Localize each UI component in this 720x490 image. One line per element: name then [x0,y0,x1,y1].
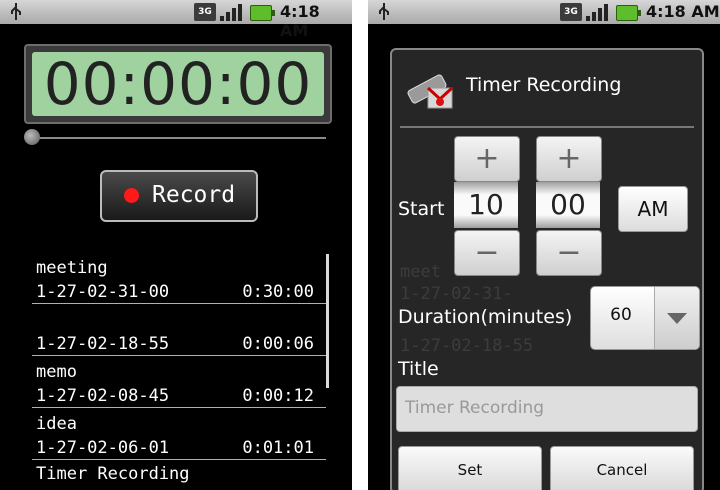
recording-name: Timer Recording [36,464,190,484]
dialog-divider [400,126,694,128]
network-3g-icon: 3G [560,3,582,21]
list-divider [32,355,326,356]
minute-value[interactable]: 00 [536,182,600,228]
timer-display: 00:00:00 [32,52,324,116]
background-text: 1-27-02-31- [400,284,513,304]
timer-display-frame: 00:00:00 [24,44,332,124]
playback-progress-thumb[interactable] [24,129,40,145]
usb-icon [379,3,389,20]
recording-date: 1-27-02-06-01 [36,438,170,458]
recording-duration: 0:00:06 [242,334,314,354]
hour-picker: + 10 − [454,136,520,276]
status-bar: 3G 4:18 AM [368,0,720,24]
battery-icon [616,5,641,21]
status-bar: 3G 4:18 AM [0,0,352,40]
recording-date: 1-27-02-31-00 [36,282,170,302]
hour-decrement-button[interactable]: − [454,230,520,276]
duration-dropdown-button[interactable] [654,287,699,349]
recording-name: memo [36,362,77,382]
status-time: 4:18 AM [280,2,320,40]
title-field[interactable]: Timer Recording [396,386,698,432]
recording-item[interactable]: idea 1-27-02-06-01 0:01:01 [32,410,326,460]
timer-recording-dialog: Timer Recording meet 1-27-02-31- 1-27-02… [390,48,704,490]
hour-value[interactable]: 10 [454,182,518,228]
usb-icon [11,3,21,20]
minute-picker: + 00 − [536,136,602,276]
recording-item[interactable]: Timer Recording [32,460,326,490]
recording-item[interactable]: 1-27-02-18-55 0:00:06 [32,306,326,356]
record-button-label: Record [152,182,236,208]
network-3g-icon: 3G [194,3,216,21]
list-divider [32,303,326,304]
title-field-value: Timer Recording [405,398,545,418]
status-time: 4:18 AM [646,2,720,21]
recording-duration: 0:01:01 [242,438,314,458]
playback-progress-track[interactable] [30,137,326,139]
recording-date: 1-27-02-08-45 [36,386,170,406]
recording-name: idea [36,414,77,434]
recording-item[interactable]: meeting 1-27-02-31-00 0:30:00 [32,254,326,304]
duration-select[interactable]: 60 [590,286,700,350]
title-label: Title [398,358,439,380]
am-pm-toggle[interactable]: AM [618,186,688,232]
background-text: meet [400,262,441,282]
recording-date: 1-27-02-18-55 [36,334,170,354]
background-text: 1-27-02-18-55 [400,336,534,356]
duration-label: Duration(minutes) [398,306,573,328]
record-button[interactable]: Record [100,170,258,222]
recording-duration: 0:00:12 [242,386,314,406]
list-divider [32,407,326,408]
timer-recording-screen: 3G 4:18 AM Timer Recording meet 1-27-02-… [368,0,720,490]
recording-name: meeting [36,258,108,278]
recordings-list: meeting 1-27-02-31-00 0:30:00 1-27-02-18… [32,254,326,490]
list-scrollbar[interactable] [326,254,329,388]
minute-increment-button[interactable]: + [536,136,602,182]
recording-duration: 0:30:00 [242,282,314,302]
dialog-title: Timer Recording [466,74,622,96]
battery-icon [250,5,275,21]
start-label: Start [398,198,445,220]
cancel-button[interactable]: Cancel [550,446,694,490]
record-dot-icon [124,188,139,203]
recorder-screen: 3G 4:18 AM 00:00:00 Record meeting 1-27-… [0,0,352,490]
minute-decrement-button[interactable]: − [536,230,602,276]
voice-recorder-icon [407,74,454,109]
hour-increment-button[interactable]: + [454,136,520,182]
set-button[interactable]: Set [398,446,542,490]
signal-icon [220,4,242,21]
recording-item[interactable]: memo 1-27-02-08-45 0:00:12 [32,358,326,408]
duration-value: 60 [610,305,632,325]
signal-icon [586,4,608,21]
chevron-down-icon [667,313,687,324]
